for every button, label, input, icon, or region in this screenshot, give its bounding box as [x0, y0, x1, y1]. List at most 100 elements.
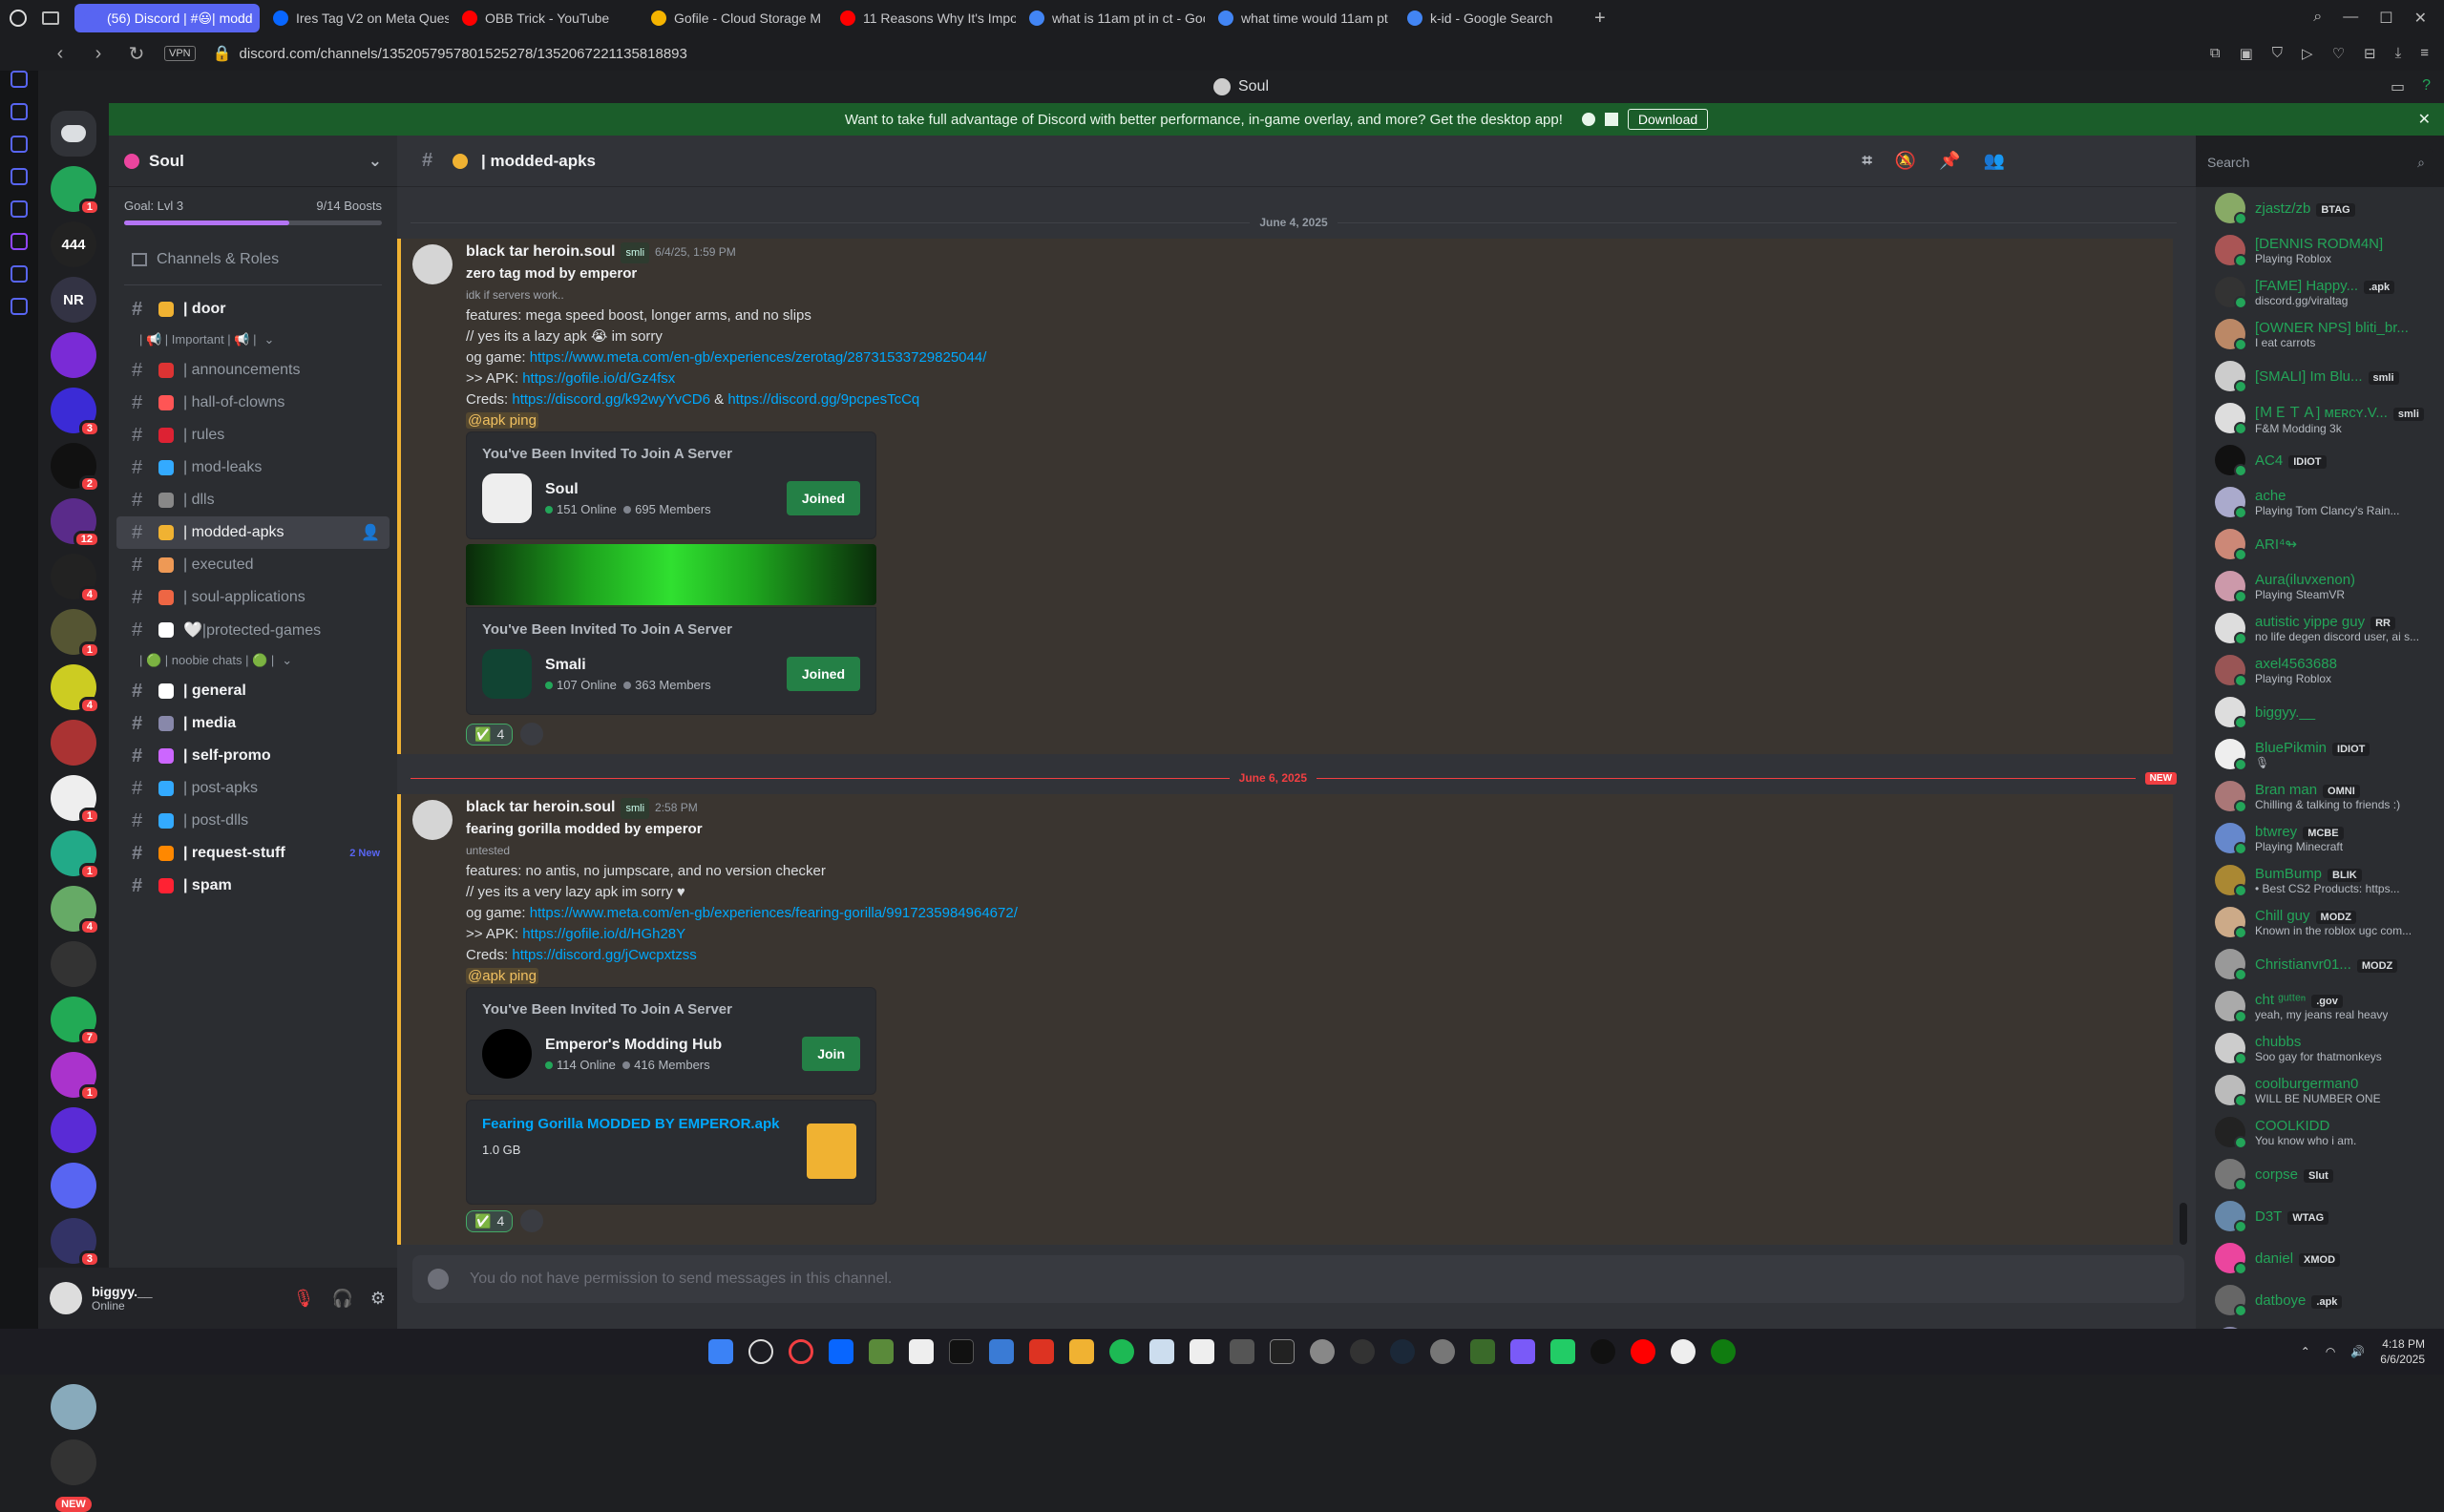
aria-icon[interactable] [11, 71, 28, 88]
browser-tab[interactable]: k-id - Google Search [1398, 4, 1583, 32]
store-icon[interactable] [989, 1339, 1014, 1364]
vpn-badge[interactable]: VPN [164, 46, 196, 61]
minimize-icon[interactable]: — [2343, 9, 2358, 28]
browser-tab[interactable]: Ires Tag V2 on Meta Ques [263, 4, 449, 32]
gear-icon[interactable]: ⚙ [370, 1289, 386, 1309]
apk-link[interactable]: https://gofile.io/d/Gz4fsx [522, 370, 675, 387]
avatar[interactable] [412, 244, 453, 284]
settings-icon[interactable] [11, 298, 28, 315]
member-item[interactable]: [SMALI] Im Blu... smli [2196, 355, 2444, 397]
server-header[interactable]: Soul ⌄ [109, 136, 397, 187]
member-item[interactable]: ache Playing Tom Clancy's Rain... [2196, 481, 2444, 523]
app-icon[interactable] [1671, 1339, 1696, 1364]
server-icon[interactable]: 4 [51, 664, 100, 714]
spotify-icon[interactable] [1109, 1339, 1134, 1364]
download-button[interactable]: Download [1627, 109, 1709, 130]
server-icon[interactable]: 444 [51, 221, 96, 267]
member-item[interactable]: [DENNIS RODM4N] Playing Roblox [2196, 229, 2444, 271]
minecraft-icon[interactable] [869, 1339, 894, 1364]
music-icon[interactable] [11, 200, 28, 218]
members-icon[interactable]: 👥 [1984, 151, 2005, 171]
channel-item[interactable]: # | spam [116, 870, 390, 902]
server-icon[interactable]: 1 [51, 166, 100, 216]
join-button[interactable]: Join [802, 1037, 860, 1071]
obs-icon[interactable] [1350, 1339, 1375, 1364]
creds-link[interactable]: https://discord.gg/jCwcpxtzss [512, 947, 696, 963]
role-mention[interactable]: @apk ping [466, 412, 538, 429]
notifications-icon[interactable]: 🔕 [1895, 151, 1916, 171]
member-item[interactable]: DDD_Devalert("Hello!"); [2196, 1321, 2444, 1329]
mute-icon[interactable]: 🎙 [293, 1289, 315, 1309]
add-reaction-icon[interactable] [520, 1209, 544, 1232]
channel-category[interactable]: | 🟢 | noobie chats | 🟢 | ⌄ [109, 646, 397, 675]
browser-tab[interactable]: 11 Reasons Why It's Impo [831, 4, 1016, 32]
history-icon[interactable] [11, 265, 28, 283]
role-mention[interactable]: @apk ping [466, 968, 538, 984]
search-input[interactable]: Search ⌕ [2200, 149, 2433, 176]
invite-server-icon[interactable] [482, 649, 532, 699]
browser-tab[interactable]: Gofile - Cloud Storage M [642, 4, 827, 32]
add-member-icon[interactable]: 👤 [361, 523, 380, 542]
help-icon[interactable]: ? [2422, 77, 2431, 96]
epic-icon[interactable] [1190, 1339, 1214, 1364]
avatar[interactable] [412, 800, 453, 840]
notepad-icon[interactable] [1149, 1339, 1174, 1364]
server-icon[interactable]: 1 [51, 830, 100, 880]
inbox-icon[interactable]: ▭ [2391, 77, 2405, 96]
url-field[interactable]: discord.com/channels/1352057957801525278… [240, 46, 687, 62]
member-item[interactable]: COOLKIDD You know who i am. [2196, 1111, 2444, 1153]
member-item[interactable]: Aura(iluvxenon) Playing SteamVR [2196, 565, 2444, 607]
member-item[interactable]: [OWNER NPS] bliti_br... I eat carrots [2196, 313, 2444, 355]
download-icon[interactable]: ⤓ [2395, 45, 2402, 62]
reload-icon[interactable]: ↻ [126, 42, 147, 66]
whatsapp-icon[interactable] [11, 168, 28, 185]
channel-item[interactable]: # | request-stuff 2 New [116, 837, 390, 870]
joined-button[interactable]: Joined [786, 481, 860, 515]
browser-tab[interactable]: OBB Trick - YouTube [453, 4, 638, 32]
server-icon[interactable] [51, 1107, 96, 1153]
play-icon[interactable]: ▷ [2302, 45, 2313, 62]
headphones-icon[interactable]: 🎧 [331, 1289, 352, 1309]
server-icon[interactable]: 7 [51, 997, 100, 1046]
browser-tab[interactable]: (56) Discord | #😃| modd [74, 4, 260, 32]
member-item[interactable]: BluePikmin IDIOT 🎙 [2196, 733, 2444, 775]
member-item[interactable]: Christianvr01... MODZ [2196, 943, 2444, 985]
avatar[interactable] [50, 1282, 82, 1314]
server-tag[interactable]: smli [621, 242, 650, 263]
browser-tab[interactable]: what time would 11am pt [1209, 4, 1394, 32]
tiktok-icon[interactable] [949, 1339, 974, 1364]
server-icon[interactable]: 1 [51, 775, 100, 825]
opera-icon[interactable] [789, 1339, 813, 1364]
xbox-icon[interactable] [1711, 1339, 1736, 1364]
channel-item[interactable]: # | door [116, 293, 390, 326]
channel-item[interactable]: # 🤍|protected-games [116, 614, 390, 646]
shield-icon[interactable]: ⛉ [2272, 45, 2283, 62]
discord-home-button[interactable] [51, 111, 96, 157]
channel-item[interactable]: # | modded-apks 👤 [116, 516, 390, 549]
new-tab-button[interactable]: + [1594, 8, 1606, 30]
app-icon[interactable] [1230, 1339, 1254, 1364]
member-item[interactable]: cht ᵍᵘᵗᵗᵉⁿ .gov yeah, my jeans real heavy [2196, 985, 2444, 1027]
opera-logo-icon[interactable] [10, 10, 27, 27]
channel-item[interactable]: # | general [116, 675, 390, 707]
member-item[interactable]: datboye .apk [2196, 1279, 2444, 1321]
server-icon[interactable]: 3 [51, 1218, 100, 1268]
server-icon[interactable]: 12 [51, 498, 100, 548]
server-icon[interactable] [51, 1439, 96, 1485]
invite-server-icon[interactable] [482, 1029, 532, 1079]
server-icon[interactable]: NR [51, 277, 96, 323]
file-name-link[interactable]: Fearing Gorilla MODDED BY EMPEROR.apk [482, 1116, 779, 1132]
invite-server-icon[interactable] [482, 473, 532, 523]
back-icon[interactable]: ‹ [50, 43, 71, 65]
app-icon[interactable] [1270, 1339, 1295, 1364]
channel-item[interactable]: # | media [116, 707, 390, 740]
member-item[interactable]: zjastz/zb BTAG [2196, 187, 2444, 229]
bookmark-icon[interactable]: ⧉ [2210, 45, 2221, 62]
close-window-icon[interactable]: ✕ [2414, 9, 2427, 28]
acrobat-icon[interactable] [1029, 1339, 1054, 1364]
app-icon[interactable] [1591, 1339, 1615, 1364]
wifi-icon[interactable]: ◠ [2326, 1345, 2335, 1358]
member-item[interactable]: axel4563688 Playing Roblox [2196, 649, 2444, 691]
server-icon[interactable]: 1 [51, 609, 100, 659]
folder-icon[interactable] [1069, 1339, 1094, 1364]
